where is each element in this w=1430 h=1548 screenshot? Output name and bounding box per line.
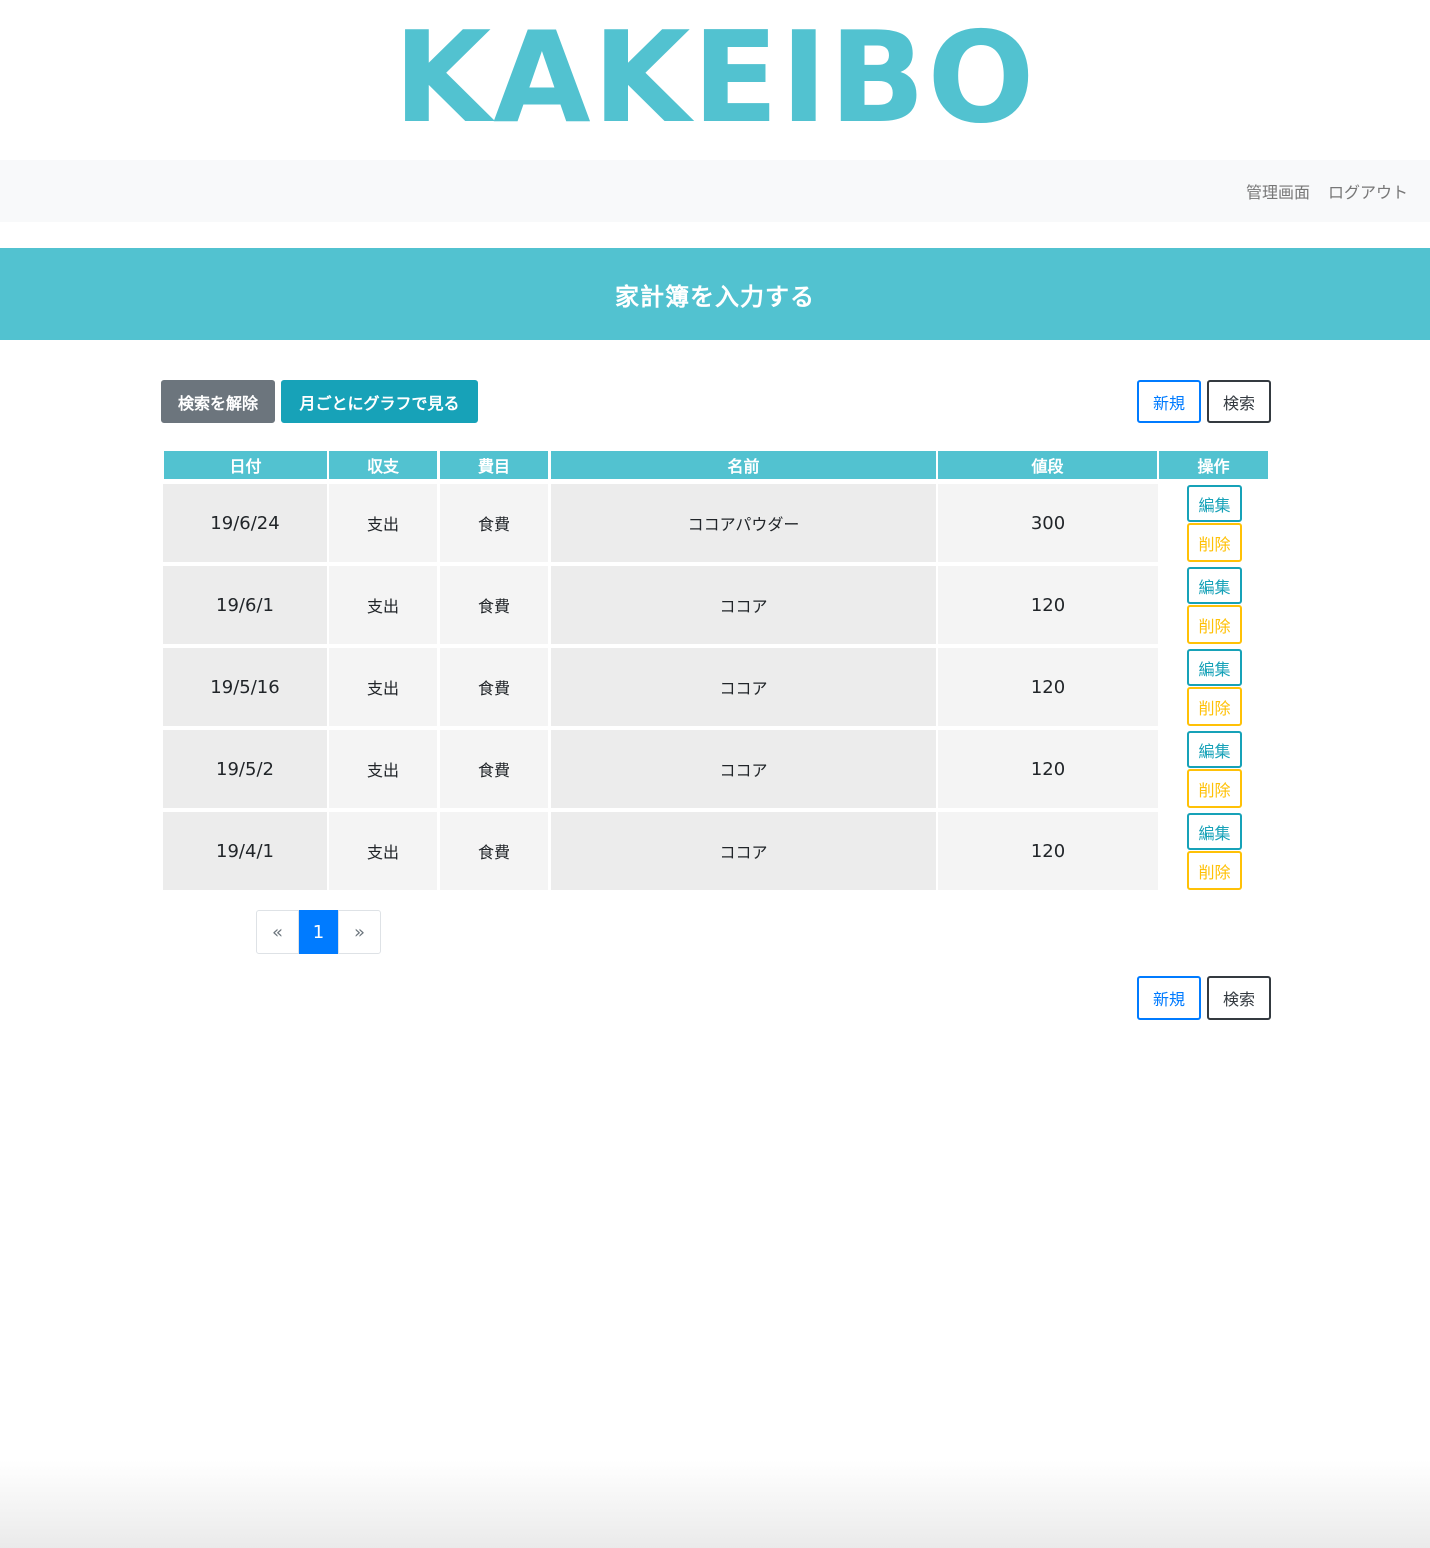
nav-logout-link[interactable]: ログアウト [1328,179,1408,203]
table-cell-date: 19/6/24 [163,484,327,562]
table-cell-type: 支出 [329,730,437,808]
table-cell-category: 食費 [440,566,548,644]
edit-button[interactable]: 編集 [1187,485,1242,522]
table-cell-date: 19/5/2 [163,730,327,808]
search-button-bottom[interactable]: 検索 [1207,976,1271,1020]
delete-button[interactable]: 削除 [1187,851,1242,890]
table-cell-category: 食費 [440,812,548,890]
delete-button[interactable]: 削除 [1187,687,1242,726]
table-cell-category: 食費 [440,648,548,726]
nav-admin-link[interactable]: 管理画面 [1246,179,1310,203]
page-banner: 家計簿を入力する [0,248,1430,340]
column-header-category: 費目 [440,451,548,479]
pagination-prev[interactable]: « [256,910,299,954]
delete-button[interactable]: 削除 [1187,769,1242,808]
column-header-actions: 操作 [1159,451,1268,479]
table-cell-name: ココア [551,812,936,890]
table-cell-name: ココア [551,566,936,644]
monthly-graph-button[interactable]: 月ごとにグラフで見る [281,380,478,423]
table-cell-type: 支出 [329,812,437,890]
table-cell-name: ココア [551,648,936,726]
table-cell-date: 19/4/1 [163,812,327,890]
column-header-type: 収支 [329,451,437,479]
site-logo: KAKEIBO [393,4,1037,151]
table-cell-price: 120 [938,648,1158,726]
column-header-date: 日付 [164,451,327,479]
navbar: 管理画面 ログアウト [0,160,1430,222]
new-button-bottom[interactable]: 新規 [1137,976,1201,1020]
page-title: 家計簿を入力する [615,282,815,311]
table-cell-price: 120 [938,566,1158,644]
table-cell-name: ココアパウダー [551,484,936,562]
bottom-shadow [0,1460,1430,1548]
edit-button[interactable]: 編集 [1187,813,1242,850]
column-header-name: 名前 [551,451,936,479]
edit-button[interactable]: 編集 [1187,649,1242,686]
table-cell-price: 120 [938,812,1158,890]
table-cell-date: 19/6/1 [163,566,327,644]
table-cell-date: 19/5/16 [163,648,327,726]
table-cell-category: 食費 [440,484,548,562]
table-cell-name: ココア [551,730,936,808]
delete-button[interactable]: 削除 [1187,523,1242,562]
table-cell-price: 300 [938,484,1158,562]
edit-button[interactable]: 編集 [1187,731,1242,768]
clear-search-button[interactable]: 検索を解除 [161,380,275,423]
search-button-top[interactable]: 検索 [1207,380,1271,423]
pagination-next[interactable]: » [338,910,381,954]
pagination: « 1 » [256,910,381,954]
nav-links: 管理画面 ログアウト [1228,160,1408,222]
header: KAKEIBO [0,0,1430,160]
table-cell-type: 支出 [329,648,437,726]
table-cell-price: 120 [938,730,1158,808]
new-button-top[interactable]: 新規 [1137,380,1201,423]
edit-button[interactable]: 編集 [1187,567,1242,604]
pagination-page-1[interactable]: 1 [299,910,338,954]
delete-button[interactable]: 削除 [1187,605,1242,644]
table-cell-type: 支出 [329,566,437,644]
column-header-price: 値段 [938,451,1157,479]
table-cell-category: 食費 [440,730,548,808]
table-cell-type: 支出 [329,484,437,562]
